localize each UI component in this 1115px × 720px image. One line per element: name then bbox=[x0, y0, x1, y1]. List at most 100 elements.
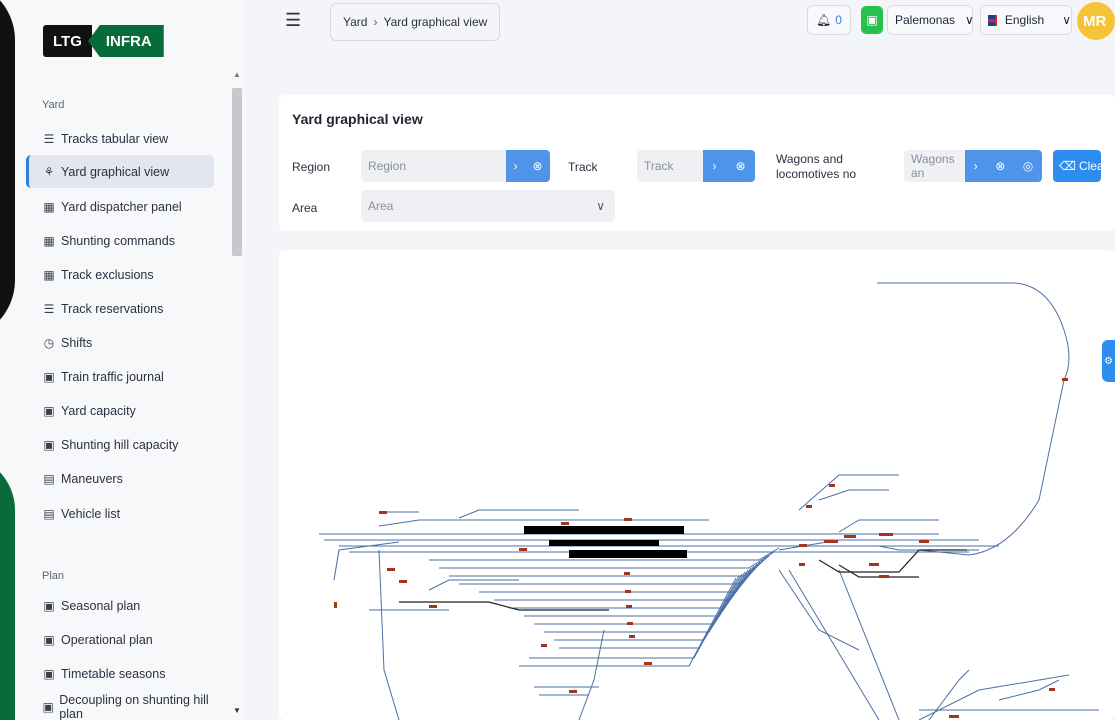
clear-circle-icon[interactable]: ⊗ bbox=[532, 159, 542, 173]
sidebar-item-yard-dispatcher-panel[interactable]: ▦ Yard dispatcher panel bbox=[26, 190, 214, 223]
wagon-marker[interactable] bbox=[541, 644, 547, 647]
wagon-marker[interactable] bbox=[824, 540, 838, 543]
wagons-input[interactable]: Wagons an bbox=[904, 150, 966, 182]
floppy-disk-icon: ▣ bbox=[866, 13, 878, 27]
occupied-track-block[interactable] bbox=[549, 540, 659, 546]
wagon-marker[interactable] bbox=[799, 563, 805, 566]
track-line bbox=[818, 489, 889, 501]
sidebar-item-timetable-seasons[interactable]: ▣ Timetable seasons bbox=[26, 657, 214, 690]
clear-label: Clear bbox=[1078, 159, 1101, 173]
wagon-marker[interactable] bbox=[627, 622, 633, 625]
calendar-icon: ▣ bbox=[42, 699, 54, 714]
clear-button[interactable]: ⌫ Clear bbox=[1053, 150, 1101, 182]
track-input[interactable]: Track bbox=[637, 150, 704, 182]
sidebar-item-tracks-tabular-view[interactable]: ☰ Tracks tabular view bbox=[26, 122, 214, 155]
wagon-marker[interactable] bbox=[519, 548, 527, 551]
track-line bbox=[378, 519, 709, 527]
sidebar-item-shunting-hill-capacity[interactable]: ▣ Shunting hill capacity bbox=[26, 428, 214, 461]
wagon-marker[interactable] bbox=[626, 605, 632, 608]
sidebar-item-label: Decoupling on shunting hill plan bbox=[59, 692, 209, 720]
sidebar-item-yard-capacity[interactable]: ▣ Yard capacity bbox=[26, 394, 214, 427]
document-icon: ▤ bbox=[43, 471, 55, 486]
scroll-down-icon[interactable]: ▼ bbox=[233, 706, 241, 715]
sidebar-item-shunting-commands[interactable]: ▦ Shunting commands bbox=[26, 224, 214, 257]
hamburger-menu-icon[interactable]: ☰ bbox=[285, 10, 301, 31]
wagon-marker[interactable] bbox=[334, 602, 337, 608]
wagon-marker[interactable] bbox=[625, 590, 631, 593]
avatar[interactable]: MR bbox=[1077, 2, 1115, 40]
notification-count: 0 bbox=[835, 13, 842, 27]
wagon-marker[interactable] bbox=[569, 690, 577, 693]
sidebar-item-label: Shunting hill capacity bbox=[61, 437, 179, 452]
wagon-marker[interactable] bbox=[844, 535, 856, 538]
filters-card: Yard graphical view Region Region › ⊗ Tr… bbox=[279, 95, 1115, 231]
region-label: Region bbox=[292, 160, 331, 174]
region-input[interactable]: Region bbox=[361, 150, 507, 182]
target-icon[interactable]: ◎ bbox=[1023, 159, 1033, 173]
sidebar-scrollbar[interactable]: ▲ ▼ bbox=[230, 70, 244, 720]
chevron-right-icon[interactable]: › bbox=[974, 159, 978, 173]
station-select[interactable]: Palemonas ∨ bbox=[887, 5, 974, 35]
notifications-button[interactable]: 🔔︎ 0 bbox=[807, 5, 851, 35]
wagon-marker[interactable] bbox=[1049, 688, 1055, 691]
calendar-icon: ▣ bbox=[43, 369, 55, 384]
calendar-icon: ▣ bbox=[43, 632, 55, 647]
yard-graphical-canvas[interactable] bbox=[279, 250, 1115, 720]
wagon-marker[interactable] bbox=[806, 505, 812, 508]
wagon-marker[interactable] bbox=[387, 568, 395, 571]
wagon-marker[interactable] bbox=[379, 511, 387, 514]
wagon-marker[interactable] bbox=[829, 484, 835, 487]
yard-track-diagram[interactable] bbox=[279, 250, 1115, 720]
sidebar-item-maneuvers[interactable]: ▤ Maneuvers bbox=[26, 462, 214, 495]
scrollbar-thumb[interactable] bbox=[232, 88, 242, 256]
wagon-marker[interactable] bbox=[629, 635, 635, 638]
ltg-infra-logo[interactable]: LTG INFRA bbox=[43, 24, 164, 58]
sidebar-item-label: Yard graphical view bbox=[61, 164, 170, 179]
wagon-marker[interactable] bbox=[429, 605, 437, 608]
sidebar-item-track-exclusions[interactable]: ▦ Track exclusions bbox=[26, 258, 214, 291]
clear-circle-icon[interactable]: ⊗ bbox=[735, 159, 745, 173]
eraser-icon: ⌫ bbox=[1059, 159, 1076, 173]
clear-circle-icon[interactable]: ⊗ bbox=[995, 159, 1005, 173]
wagon-marker[interactable] bbox=[644, 662, 652, 665]
track-line bbox=[918, 674, 1070, 720]
wagon-marker[interactable] bbox=[799, 544, 807, 547]
list-icon: ☰ bbox=[43, 301, 55, 316]
chevron-right-icon[interactable]: › bbox=[513, 159, 517, 173]
wagon-marker[interactable] bbox=[399, 580, 407, 583]
language-select[interactable]: English ∨ bbox=[980, 5, 1072, 35]
document-icon: ▤ bbox=[43, 506, 55, 521]
scroll-up-icon[interactable]: ▲ bbox=[233, 70, 241, 79]
wagon-marker[interactable] bbox=[879, 533, 893, 536]
track-actions: › ⊗ bbox=[703, 150, 755, 182]
sidebar-item-vehicle-list[interactable]: ▤ Vehicle list bbox=[26, 497, 214, 530]
track-line bbox=[509, 563, 758, 609]
chevron-right-icon[interactable]: › bbox=[712, 159, 716, 173]
settings-side-tab[interactable]: ⚙ bbox=[1102, 340, 1115, 382]
sidebar-item-yard-graphical-view[interactable]: ⚘ Yard graphical view bbox=[26, 155, 214, 188]
sidebar-item-decoupling-on-shunting-hill-plan[interactable]: ▣ Decoupling on shunting hill plan bbox=[26, 690, 214, 720]
sidebar-item-track-reservations[interactable]: ☰ Track reservations bbox=[26, 292, 214, 325]
wagon-marker[interactable] bbox=[879, 575, 889, 578]
wagon-marker[interactable] bbox=[949, 715, 959, 718]
sidebar-item-operational-plan[interactable]: ▣ Operational plan bbox=[26, 623, 214, 656]
sidebar-item-train-traffic-journal[interactable]: ▣ Train traffic journal bbox=[26, 360, 214, 393]
wagons-label: Wagons and locomotives no bbox=[776, 152, 857, 181]
occupied-track-block[interactable] bbox=[569, 550, 687, 558]
wagon-marker[interactable] bbox=[561, 522, 569, 525]
wagon-marker[interactable] bbox=[869, 563, 879, 566]
track-line-dark bbox=[818, 549, 967, 573]
wagon-marker[interactable] bbox=[919, 540, 929, 543]
gear-icon: ⚙ bbox=[1104, 355, 1113, 367]
sidebar-item-label: Yard dispatcher panel bbox=[61, 199, 182, 214]
breadcrumb-item-yard[interactable]: Yard bbox=[343, 15, 367, 29]
area-value: Area bbox=[368, 199, 394, 213]
sidebar-item-shifts[interactable]: ◷ Shifts bbox=[26, 326, 214, 359]
wagon-marker[interactable] bbox=[624, 572, 630, 575]
wagon-marker[interactable] bbox=[1062, 378, 1068, 381]
wagon-marker[interactable] bbox=[624, 518, 632, 521]
sidebar-item-seasonal-plan[interactable]: ▣ Seasonal plan bbox=[26, 589, 214, 622]
area-select[interactable]: Area ∨ bbox=[361, 190, 615, 222]
save-button[interactable]: ▣ bbox=[861, 6, 883, 34]
occupied-track-block[interactable] bbox=[524, 526, 684, 534]
